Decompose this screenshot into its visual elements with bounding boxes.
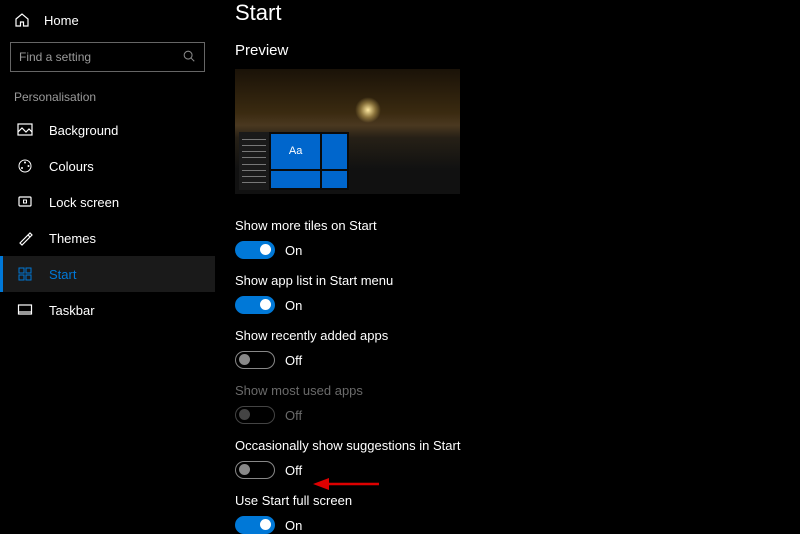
themes-icon (17, 230, 33, 246)
setting-full-screen: Use Start full screen On (235, 493, 800, 534)
home-label: Home (44, 13, 79, 28)
toggle-state: Off (285, 463, 302, 478)
sidebar-item-lock-screen[interactable]: Lock screen (0, 184, 215, 220)
sidebar-item-label: Lock screen (49, 195, 119, 210)
setting-show-more-tiles: Show more tiles on Start On (235, 218, 800, 259)
preview-tile-small (322, 134, 347, 169)
colours-icon (17, 158, 33, 174)
toggle-most-used (235, 406, 275, 424)
setting-recently-added: Show recently added apps Off (235, 328, 800, 369)
search-input[interactable]: Find a setting (10, 42, 205, 72)
sidebar-item-label: Start (49, 267, 76, 282)
toggle-state: On (285, 243, 302, 258)
setting-suggestions: Occasionally show suggestions in Start O… (235, 438, 800, 479)
preview-tile-small (271, 171, 320, 188)
setting-label: Show app list in Start menu (235, 273, 800, 288)
toggle-state: On (285, 298, 302, 313)
setting-label: Use Start full screen (235, 493, 800, 508)
toggle-state: On (285, 518, 302, 533)
sidebar-item-taskbar[interactable]: Taskbar (0, 292, 215, 328)
page-title: Start (235, 0, 800, 26)
taskbar-icon (17, 302, 33, 318)
sidebar-item-label: Themes (49, 231, 96, 246)
sidebar-item-label: Colours (49, 159, 94, 174)
sidebar-item-themes[interactable]: Themes (0, 220, 215, 256)
sidebar-item-colours[interactable]: Colours (0, 148, 215, 184)
sidebar-item-background[interactable]: Background (0, 112, 215, 148)
toggle-full-screen[interactable] (235, 516, 275, 534)
setting-label: Occasionally show suggestions in Start (235, 438, 800, 453)
setting-label: Show more tiles on Start (235, 218, 800, 233)
setting-most-used: Show most used apps Off (235, 383, 800, 424)
lock-screen-icon (17, 194, 33, 210)
sidebar-item-label: Background (49, 123, 118, 138)
setting-label: Show recently added apps (235, 328, 800, 343)
toggle-suggestions[interactable] (235, 461, 275, 479)
toggle-show-more-tiles[interactable] (235, 241, 275, 259)
home-nav[interactable]: Home (0, 8, 215, 38)
search-placeholder: Find a setting (19, 50, 182, 64)
preview-start-menu: Aa (239, 132, 349, 190)
sidebar-item-start[interactable]: Start (0, 256, 215, 292)
preview-tiles: Aa (269, 132, 349, 190)
toggle-show-app-list[interactable] (235, 296, 275, 314)
start-preview: Aa (235, 69, 460, 194)
sidebar-item-label: Taskbar (49, 303, 95, 318)
home-icon (14, 12, 30, 28)
preview-app-list (239, 132, 269, 190)
setting-label: Show most used apps (235, 383, 800, 398)
section-header: Personalisation (0, 90, 215, 112)
setting-show-app-list: Show app list in Start menu On (235, 273, 800, 314)
toggle-state: Off (285, 408, 302, 423)
search-icon (182, 49, 196, 66)
toggle-state: Off (285, 353, 302, 368)
preview-taskbar (235, 190, 460, 194)
start-icon (17, 266, 33, 282)
toggle-recently-added[interactable] (235, 351, 275, 369)
preview-wallpaper-sun (355, 97, 381, 123)
background-icon (17, 122, 33, 138)
main-panel: Start Preview Aa Show more tiles on Star… (215, 0, 800, 500)
preview-tile-small (322, 171, 347, 188)
settings-sidebar: Home Find a setting Personalisation Back… (0, 0, 215, 500)
preview-tile-large: Aa (271, 134, 320, 169)
preview-heading: Preview (235, 42, 800, 59)
